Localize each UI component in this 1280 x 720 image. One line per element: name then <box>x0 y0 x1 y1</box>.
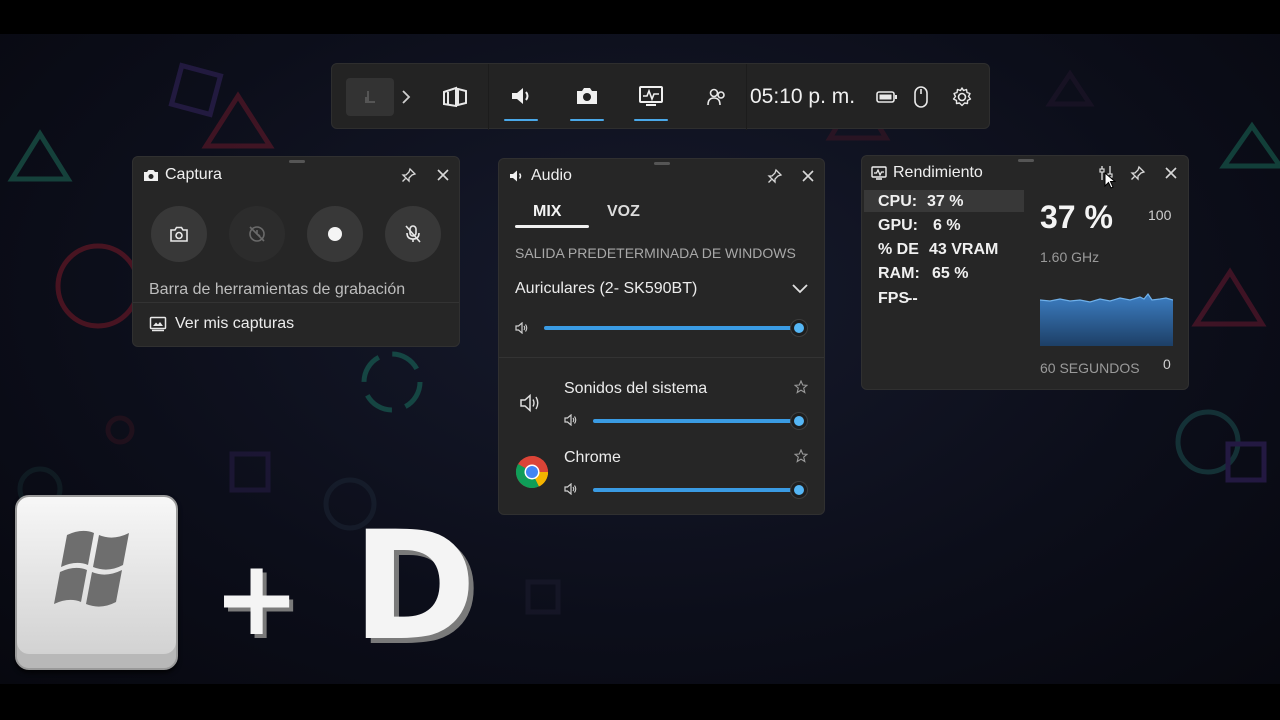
stat-vram-label[interactable]: % DE <box>878 241 919 259</box>
divider <box>133 302 459 303</box>
system-sounds-volume-thumb[interactable] <box>791 413 807 429</box>
cpu-frequency: 1.60 GHz <box>1040 249 1100 265</box>
audio-widget-header: Audio <box>509 166 572 186</box>
divider <box>499 357 824 358</box>
pin-icon[interactable] <box>399 165 419 185</box>
system-sounds-volume-slider[interactable] <box>593 419 799 423</box>
record-dot-icon <box>328 227 342 241</box>
master-volume-slider[interactable] <box>544 326 799 330</box>
chrome-volume-slider[interactable] <box>593 488 799 492</box>
volume-icon <box>564 483 577 495</box>
stat-gpu-label[interactable]: GPU: <box>878 217 918 235</box>
master-volume-thumb[interactable] <box>791 320 807 336</box>
audio-active-indicator <box>504 119 538 121</box>
mouse-cursor-icon <box>1104 172 1116 189</box>
drag-handle[interactable] <box>289 160 305 163</box>
graph-duration-label: 60 SEGUNDOS <box>1040 360 1140 376</box>
app-name-system-sounds: Sonidos del sistema <box>564 380 708 397</box>
stat-fps-label[interactable]: FPS <box>878 290 909 308</box>
windows-logo-icon <box>54 530 129 607</box>
settings-gear-icon[interactable] <box>948 84 976 110</box>
volume-icon <box>515 322 528 334</box>
output-device-label: Auriculares (2- SK590BT) <box>515 280 698 297</box>
performance-widget-header: Rendimiento <box>871 163 983 183</box>
audio-widget-title: Audio <box>531 167 572 184</box>
capture-widget-title: Captura <box>165 166 222 183</box>
chrome-icon <box>515 456 548 489</box>
windows-key <box>15 495 178 670</box>
key-letter-d: D <box>352 500 477 674</box>
stat-vram-value: 43 VRAM <box>929 241 999 258</box>
capture-widget-header: Captura <box>143 165 222 185</box>
capture-widget-icon[interactable] <box>570 82 604 110</box>
microphone-toggle-button[interactable] <box>385 206 441 262</box>
capture-active-indicator <box>570 119 604 121</box>
speaker-icon <box>510 170 522 182</box>
close-icon[interactable] <box>433 165 453 185</box>
expand-chevron-icon[interactable] <box>396 84 416 110</box>
cpu-big-value: 37 % <box>1040 199 1113 235</box>
close-icon[interactable] <box>798 166 818 186</box>
volume-icon <box>564 414 577 426</box>
performance-widget: Rendimiento CPU: 37 % GPU: 6 % % DE 43 V… <box>861 155 1189 390</box>
record-last-button[interactable] <box>229 206 285 262</box>
default-output-label: SALIDA PREDETERMINADA DE WINDOWS <box>515 245 796 261</box>
stat-fps-value: -- <box>907 290 918 307</box>
social-widget-icon[interactable] <box>702 84 732 110</box>
star-icon[interactable] <box>794 380 808 394</box>
recording-toolbar-label: Barra de herramientas de grabación <box>149 281 406 298</box>
see-captures-link[interactable]: Ver mis capturas <box>149 313 294 335</box>
stat-ram-value: 65 % <box>932 265 969 282</box>
tab-mix-active-indicator <box>515 225 589 228</box>
pin-icon[interactable] <box>765 166 785 186</box>
screenshot-button[interactable] <box>151 206 207 262</box>
widget-menu-icon[interactable] <box>438 84 472 110</box>
mouse-icon <box>910 83 932 111</box>
game-bar: 05:10 p. m. <box>331 63 990 130</box>
performance-active-indicator <box>634 119 668 121</box>
clock-time: 05:10 p. m. <box>750 85 856 108</box>
chrome-volume-thumb[interactable] <box>791 482 807 498</box>
plus-sign: + <box>213 537 301 659</box>
record-history-icon <box>249 226 265 242</box>
stat-ram-label[interactable]: RAM: <box>878 265 920 283</box>
drag-handle[interactable] <box>1018 159 1034 162</box>
close-icon[interactable] <box>1161 163 1181 183</box>
graph-max-label: 100 <box>1148 207 1172 223</box>
pin-icon[interactable] <box>1128 163 1148 183</box>
audio-widget: Audio MIX VOZ SALIDA PREDETERMINADA DE W… <box>498 158 825 515</box>
microphone-off-icon <box>405 225 421 243</box>
performance-icon <box>871 166 887 180</box>
start-recording-button[interactable] <box>307 206 363 262</box>
home-button[interactable] <box>346 78 394 116</box>
tab-voz[interactable]: VOZ <box>607 203 640 221</box>
camera-icon <box>144 170 158 181</box>
app-name-chrome: Chrome <box>564 449 621 466</box>
star-icon[interactable] <box>794 449 808 463</box>
performance-widget-icon[interactable] <box>634 82 668 110</box>
battery-icon <box>874 86 900 108</box>
drag-handle[interactable] <box>654 162 670 165</box>
stat-cpu-value: 37 % <box>927 193 964 210</box>
chevron-down-icon <box>792 284 808 294</box>
gallery-icon <box>149 316 167 332</box>
performance-widget-title: Rendimiento <box>893 164 983 181</box>
system-sounds-speaker-icon <box>520 393 539 413</box>
camera-icon <box>170 226 188 242</box>
tab-mix[interactable]: MIX <box>533 203 561 221</box>
stat-cpu-label: CPU: <box>878 193 918 210</box>
game-bar-logo-icon <box>365 91 375 103</box>
capture-widget: Captura Barra de herramientas de grabaci… <box>132 156 460 347</box>
stat-gpu-value: 6 % <box>933 217 961 234</box>
see-captures-label: Ver mis capturas <box>175 315 295 332</box>
audio-widget-icon[interactable] <box>504 82 538 110</box>
graph-min-label: 0 <box>1163 356 1171 372</box>
output-device-dropdown[interactable]: Auriculares (2- SK590BT) <box>515 278 811 302</box>
cpu-usage-graph <box>1040 292 1173 346</box>
